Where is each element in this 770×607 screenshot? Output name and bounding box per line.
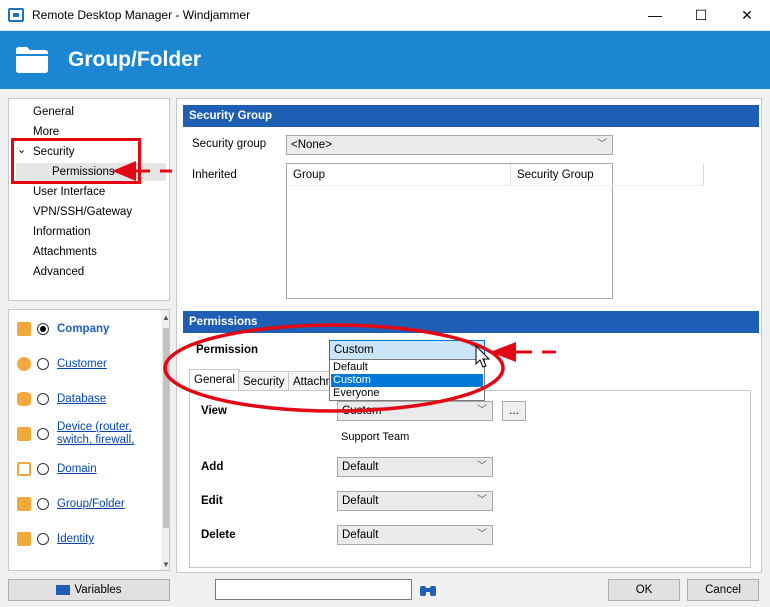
permission-select[interactable]: Custom ﹀ xyxy=(329,340,485,360)
category-customer[interactable]: Customer xyxy=(57,358,107,370)
permissions-header: Permissions xyxy=(183,311,759,333)
tab-security[interactable]: Security xyxy=(238,371,290,391)
nav-item-user-interface[interactable]: User Interface xyxy=(33,183,105,201)
chevron-down-icon: ﹀ xyxy=(597,139,607,150)
router-icon xyxy=(17,427,31,441)
chevron-down-icon: ﹀ xyxy=(477,529,487,540)
cancel-button[interactable]: Cancel xyxy=(687,579,759,601)
delete-value: Default xyxy=(342,529,379,541)
radio-identity[interactable] xyxy=(37,533,49,545)
chevron-down-icon: ﹀ xyxy=(477,405,487,416)
column-group[interactable]: Group xyxy=(287,164,511,186)
column-security-group[interactable]: Security Group xyxy=(511,164,704,186)
view-note: Support Team xyxy=(341,431,410,443)
title-bar: Remote Desktop Manager - Windjammer — ☐ … xyxy=(0,0,770,31)
add-value: Default xyxy=(342,461,379,473)
view-label: View xyxy=(201,405,227,417)
radio-domain[interactable] xyxy=(37,463,49,475)
permission-dropdown-list: Default Custom Everyone xyxy=(329,359,485,401)
view-select[interactable]: Custom ﹀ xyxy=(337,401,493,421)
variables-label: Variables xyxy=(74,584,122,596)
chevron-down-icon: ﹀ xyxy=(469,344,479,355)
option-custom[interactable]: Custom xyxy=(331,374,483,387)
scroll-up-icon[interactable]: ▲ xyxy=(162,313,169,322)
radio-customer[interactable] xyxy=(37,358,49,370)
security-group-label: Security group xyxy=(192,138,267,150)
category-group-folder[interactable]: Group/Folder xyxy=(57,498,125,510)
inherited-label: Inherited xyxy=(192,169,237,181)
view-ellipsis-button[interactable]: ... xyxy=(502,401,526,421)
category-identity[interactable]: Identity xyxy=(57,533,94,545)
page-title: Group/Folder xyxy=(68,48,201,71)
permission-value: Custom xyxy=(334,344,374,356)
binoculars-icon[interactable] xyxy=(418,580,438,600)
edit-label: Edit xyxy=(201,495,223,507)
nav-item-information[interactable]: Information xyxy=(33,223,91,241)
nav-item-attachments[interactable]: Attachments xyxy=(33,243,97,261)
id-card-icon xyxy=(17,532,31,546)
radio-group-folder[interactable] xyxy=(37,498,49,510)
database-icon xyxy=(17,392,31,406)
scroll-down-icon[interactable]: ▼ xyxy=(162,560,169,569)
maximize-button[interactable]: ☐ xyxy=(678,0,724,31)
person-icon xyxy=(17,357,31,371)
edit-value: Default xyxy=(342,495,379,507)
section-nav: General More ⌄ Security Permissions User… xyxy=(8,98,170,301)
radio-database[interactable] xyxy=(37,393,49,405)
category-database[interactable]: Database xyxy=(57,393,106,405)
add-label: Add xyxy=(201,461,224,473)
permission-label: Permission xyxy=(196,344,258,356)
inherited-grid[interactable]: Group Security Group xyxy=(286,163,704,299)
permissions-tab-panel: View Custom ﹀ ... Support Team Add Defau… xyxy=(189,390,751,568)
edit-select[interactable]: Default ﹀ xyxy=(337,491,493,511)
nav-item-general[interactable]: General xyxy=(33,103,74,121)
app-icon xyxy=(8,8,24,22)
category-device-line2: switch, firewall, xyxy=(57,434,135,446)
ok-button[interactable]: OK xyxy=(608,579,680,601)
grid-icon xyxy=(56,584,71,595)
view-value: Custom xyxy=(342,405,382,417)
security-group-select[interactable]: <None> ﹀ xyxy=(286,135,613,155)
entry-type-list: Company Customer Database Device (router… xyxy=(8,309,170,571)
security-group-value: <None> xyxy=(291,139,332,151)
category-company[interactable]: Company xyxy=(57,323,109,335)
security-group-header: Security Group xyxy=(183,105,759,127)
radio-device[interactable] xyxy=(37,428,49,440)
radio-company[interactable] xyxy=(37,323,49,335)
nav-item-advanced[interactable]: Advanced xyxy=(33,263,84,281)
domain-icon xyxy=(17,462,31,476)
folder-icon xyxy=(17,497,31,511)
tab-attachments[interactable]: Attachm xyxy=(288,371,332,391)
building-icon xyxy=(17,322,31,336)
delete-select[interactable]: Default ﹀ xyxy=(337,525,493,545)
folder-icon xyxy=(16,47,48,73)
option-everyone[interactable]: Everyone xyxy=(331,387,483,400)
search-input[interactable] xyxy=(215,579,412,600)
close-button[interactable]: ✕ xyxy=(724,0,770,31)
delete-label: Delete xyxy=(201,529,236,541)
window-title: Remote Desktop Manager - Windjammer xyxy=(32,8,251,22)
entry-header: Group/Folder xyxy=(0,31,770,89)
category-domain[interactable]: Domain xyxy=(57,463,97,475)
tab-general[interactable]: General xyxy=(189,369,240,391)
settings-panel: Security Group Security group <None> ﹀ I… xyxy=(176,98,762,573)
minimize-button[interactable]: — xyxy=(632,0,678,31)
option-default[interactable]: Default xyxy=(331,361,483,374)
chevron-down-icon: ﹀ xyxy=(477,461,487,472)
variables-button[interactable]: Variables xyxy=(8,579,170,601)
nav-item-vpn-ssh-gateway[interactable]: VPN/SSH/Gateway xyxy=(33,203,132,221)
scrollbar-thumb[interactable] xyxy=(163,328,169,528)
add-select[interactable]: Default ﹀ xyxy=(337,457,493,477)
chevron-down-icon: ﹀ xyxy=(477,495,487,506)
annotation-box xyxy=(11,138,141,184)
category-device-line1: Device (router, xyxy=(57,421,132,433)
category-device[interactable]: Device (router, switch, firewall, xyxy=(57,421,134,447)
